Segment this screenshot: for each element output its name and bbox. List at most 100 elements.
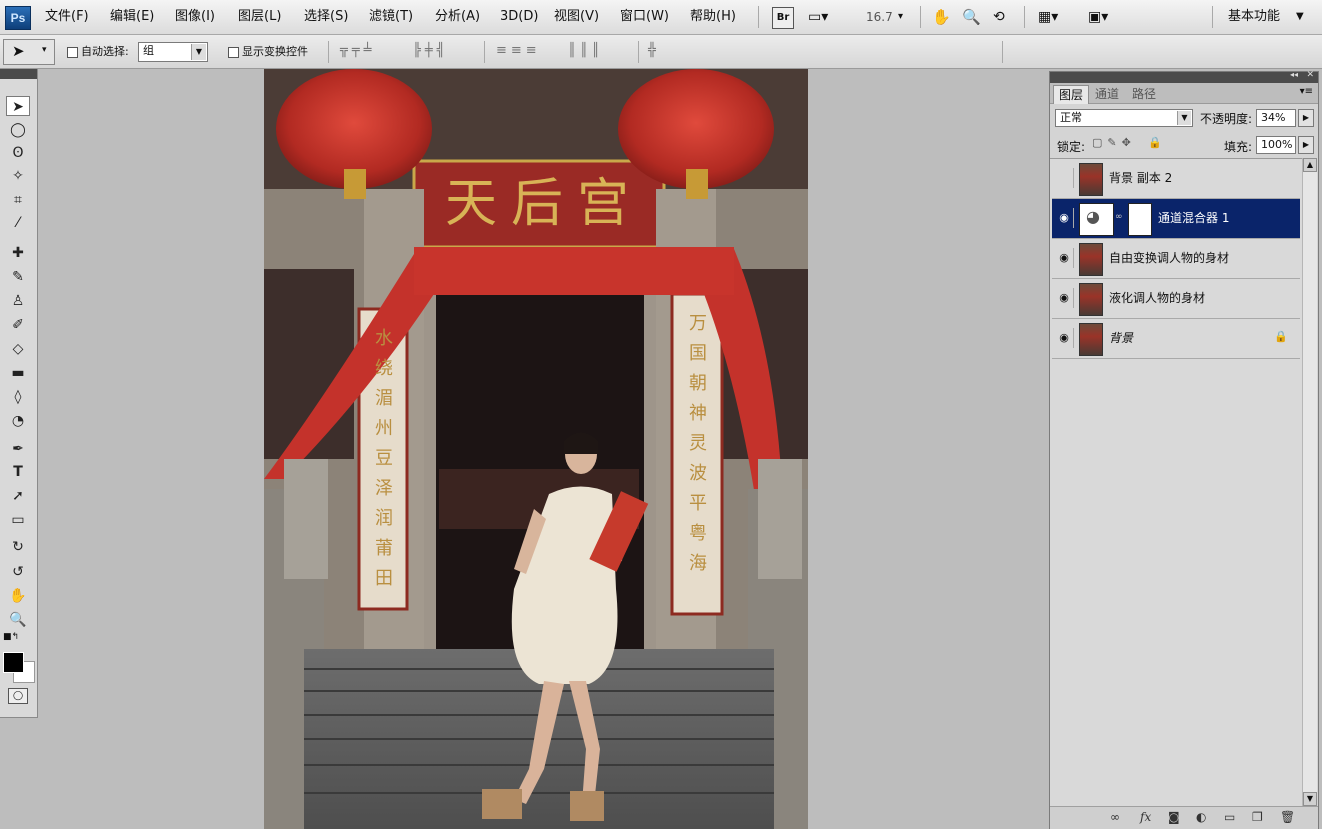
type-tool-icon[interactable]: T [6,462,30,482]
fill-input[interactable]: 100% [1256,136,1296,154]
tool-preset-picker[interactable]: ➤ ▾ [3,39,55,65]
tab-channels[interactable]: 通道 [1090,85,1124,103]
tab-paths[interactable]: 路径 [1127,85,1161,103]
blend-mode-value: 正常 [1060,111,1082,124]
eyedropper-icon[interactable]: ⁄ [6,213,30,233]
foreground-color-swatch[interactable] [3,652,24,673]
add-mask-icon[interactable]: ◙ [1168,810,1180,824]
dodge-tool-icon[interactable]: ◔ [6,411,30,431]
opacity-input[interactable]: 34% [1256,109,1296,127]
align-top-icons[interactable]: ╦╤╧ [340,43,375,58]
screen-mode-icon[interactable]: ▭▾ [808,7,828,27]
healing-brush-icon[interactable]: ✚ [6,243,30,263]
zoom-level[interactable]: 16.7 [866,7,893,27]
menu-edit[interactable]: 编辑(E) [110,0,154,34]
magic-wand-icon[interactable]: ✧ [6,166,30,186]
align-left-icons[interactable]: ╠╪╣ [413,43,448,58]
3d-rotate-icon[interactable]: ↻ [6,537,30,557]
link-icon[interactable]: ∞ [1115,212,1123,222]
hand-icon[interactable]: ✋ [932,7,951,27]
layer-row[interactable]: ◉ 背景 🔒 [1052,319,1300,359]
fx-icon[interactable]: fx [1140,810,1151,824]
options-bar: ➤ ▾ 自动选择: 组 ▼ 显示变换控件 ╦╤╧ ╠╪╣ ≡≡≡ ║║║ ╬ [0,35,1322,69]
trash-icon[interactable]: 🗑 [1280,810,1295,824]
workspace-switcher[interactable]: 基本功能 [1228,7,1280,27]
gradient-tool-icon[interactable]: ▬ [6,363,30,383]
panel-header[interactable]: ◂◂ ✕ [1050,70,1318,83]
tab-layers[interactable]: 图层 [1053,85,1090,104]
menu-layer[interactable]: 图层(L) [238,0,281,34]
link-icon[interactable]: ∞ [1110,810,1120,824]
layer-row-selected[interactable]: ◉ ◕ ∞ 通道混合器 1 [1052,199,1300,239]
auto-select-dropdown[interactable]: 组 ▼ [138,42,208,62]
brush-tool-icon[interactable]: ✎ [6,267,30,287]
fill-slider-button[interactable]: ▶ [1298,136,1314,154]
history-brush-icon[interactable]: ✐ [6,315,30,335]
opacity-slider-button[interactable]: ▶ [1298,109,1314,127]
lock-icon[interactable]: 🔒 [1148,136,1162,149]
menu-filter[interactable]: 滤镜(T) [369,0,413,34]
layer-mask-thumbnail[interactable] [1128,203,1152,236]
new-group-icon[interactable]: ▭ [1224,810,1235,824]
layer-row[interactable]: 背景 副本 2 [1052,159,1300,199]
hand-icon[interactable]: ✋ [6,586,30,606]
eye-icon[interactable]: ◉ [1055,208,1074,228]
default-colors-icon[interactable]: ■↰ [3,632,19,642]
scroll-up-button[interactable]: ▲ [1303,158,1317,172]
auto-align-icon[interactable]: ╬ [648,43,656,58]
3d-orbit-icon[interactable]: ↺ [6,562,30,582]
shape-tool-icon[interactable]: ▭ [6,510,30,530]
new-layer-icon[interactable]: ❐ [1252,810,1263,824]
collapse-icon[interactable]: ◂◂ [1290,70,1298,79]
separator [638,41,639,63]
rotate-view-icon[interactable]: ⟲ [993,7,1005,27]
menu-file[interactable]: 文件(F) [45,0,89,34]
lasso-tool-icon[interactable]: ʘ [6,143,30,163]
bridge-button[interactable]: Br [772,7,794,29]
quick-mask-icon[interactable]: ◯ [8,688,28,704]
zoom-icon[interactable]: 🔍 [962,7,981,27]
show-transform-checkbox[interactable]: 显示变换控件 [228,43,308,59]
menu-3d[interactable]: 3D(D) [500,0,538,34]
menu-select[interactable]: 选择(S) [304,0,348,34]
distribute-vertical-icons[interactable]: ≡≡≡ [496,43,541,58]
marquee-tool-icon[interactable]: ◯ [6,120,30,140]
eye-icon[interactable]: ◉ [1055,328,1074,348]
screen-mode-menu-icon[interactable]: ▣▾ [1088,7,1108,27]
layer-row[interactable]: ◉ 液化调人物的身材 [1052,279,1300,319]
menu-help[interactable]: 帮助(H) [690,0,736,34]
layer-thumbnail [1079,243,1103,276]
layers-scrollbar[interactable]: ▲ ▼ [1302,158,1317,808]
eraser-icon[interactable]: ◇ [6,339,30,359]
menu-analysis[interactable]: 分析(A) [435,0,480,34]
document-canvas[interactable]: 天后宫 水绕湄州豆泽润莆田 万国朝神灵波平粤海 [264,69,808,829]
chevron-down-icon[interactable]: ▾ [898,7,903,27]
blend-mode-dropdown[interactable]: 正常 ▼ [1055,109,1193,127]
lock-options-icons[interactable]: ▢✎✥ [1092,136,1136,149]
menu-view[interactable]: 视图(V) [554,0,599,34]
eye-icon[interactable]: ◉ [1055,288,1074,308]
chevron-down-icon[interactable]: ▼ [1296,7,1304,27]
eye-icon[interactable]: ◉ [1055,248,1074,268]
scroll-down-button[interactable]: ▼ [1303,792,1317,806]
clone-stamp-icon[interactable]: ♙ [6,291,30,311]
arrange-documents-icon[interactable]: ▦▾ [1038,7,1058,27]
zoom-icon[interactable]: 🔍 [6,610,30,630]
visibility-toggle[interactable] [1055,168,1074,188]
path-selection-icon[interactable]: ➚ [6,486,30,506]
menu-window[interactable]: 窗口(W) [620,0,669,34]
move-tool-icon[interactable]: ➤ [6,96,30,116]
adjustment-icon[interactable]: ◐ [1196,810,1206,824]
layer-row[interactable]: ◉ 自由变换调人物的身材 [1052,239,1300,279]
blur-tool-icon[interactable]: ◊ [6,387,30,407]
distribute-horizontal-icons[interactable]: ║║║ [568,43,603,58]
auto-select-checkbox[interactable]: 自动选择: [67,43,129,59]
crop-tool-icon[interactable]: ⌗ [6,190,30,210]
pen-tool-icon[interactable]: ✒ [6,439,30,459]
toolbox-header[interactable] [0,69,37,79]
menu-image[interactable]: 图像(I) [175,0,215,34]
panel-menu-icon[interactable]: ▾≡ [1300,86,1313,97]
checkbox-icon [228,46,239,58]
close-icon[interactable]: ✕ [1306,70,1314,80]
toolbox: ➤ ◯ ʘ ✧ ⌗ ⁄ ✚ ✎ ♙ ✐ ◇ ▬ ◊ ◔ ✒ T ➚ ▭ ↻ ↺ … [0,69,38,718]
